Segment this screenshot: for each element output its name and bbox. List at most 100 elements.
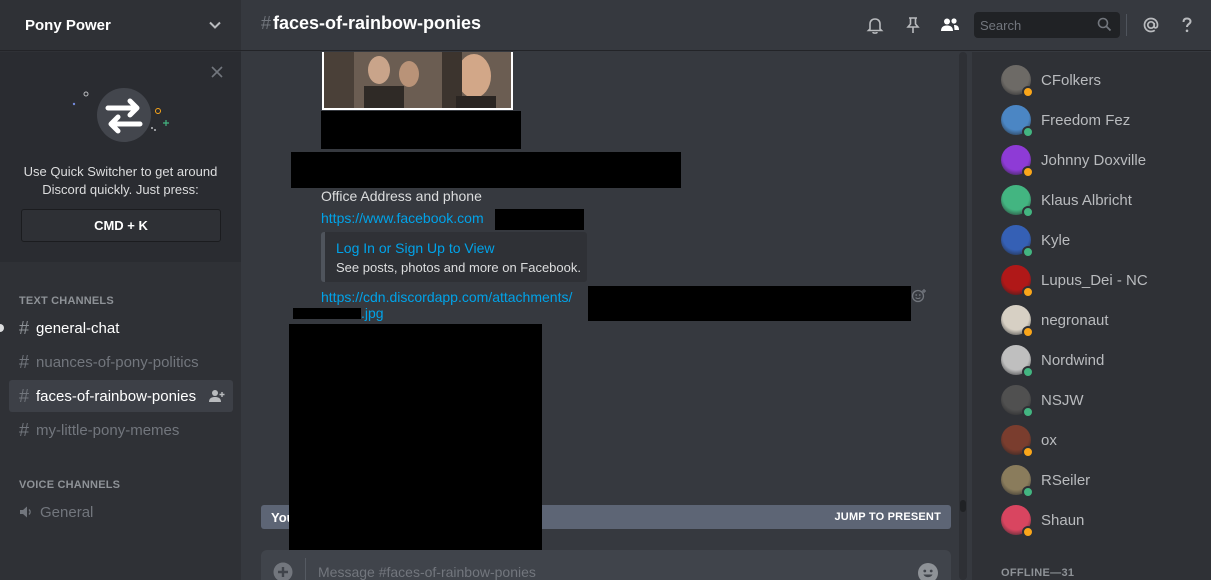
message-composer[interactable] bbox=[261, 550, 951, 580]
pin-icon[interactable] bbox=[902, 14, 924, 36]
channel-title-text: faces-of-rainbow-ponies bbox=[273, 13, 482, 33]
member-name: Nordwind bbox=[1041, 351, 1105, 369]
avatar[interactable] bbox=[1001, 265, 1034, 298]
avatar[interactable] bbox=[1001, 105, 1034, 138]
member-item[interactable]: Nordwind bbox=[1001, 342, 1201, 378]
status-indicator bbox=[1022, 126, 1034, 138]
hash-icon: # bbox=[19, 351, 30, 372]
redacted-image-block bbox=[289, 324, 542, 551]
embed-description: See posts, photos and more on Facebook. bbox=[336, 260, 581, 275]
status-indicator bbox=[1022, 166, 1034, 178]
scrollbar-thumb[interactable] bbox=[960, 500, 966, 512]
channel-nuances-of-pony-politics[interactable]: # nuances-of-pony-politics bbox=[9, 346, 233, 378]
member-name: Freedom Fez bbox=[1041, 111, 1131, 129]
member-name: ox bbox=[1041, 431, 1057, 449]
member-name: negronaut bbox=[1041, 311, 1109, 329]
quick-switcher-line2: Discord quickly. Just press: bbox=[42, 182, 199, 197]
hash-icon: # bbox=[19, 419, 30, 440]
search-input[interactable] bbox=[974, 12, 1092, 38]
status-indicator bbox=[1022, 526, 1034, 538]
mentions-icon[interactable] bbox=[1140, 14, 1162, 36]
avatar[interactable] bbox=[1001, 225, 1034, 258]
quick-switcher-shortcut-button[interactable]: CMD + K bbox=[21, 209, 221, 242]
search-box[interactable] bbox=[974, 12, 1120, 38]
status-indicator bbox=[1022, 86, 1034, 98]
member-item[interactable]: RSeiler bbox=[1001, 462, 1201, 498]
unread-indicator bbox=[0, 324, 4, 332]
embed-title-link[interactable]: Log In or Sign Up to View bbox=[336, 240, 495, 256]
status-indicator bbox=[1022, 206, 1034, 218]
member-item[interactable]: Freedom Fez bbox=[1001, 102, 1201, 138]
avatar[interactable] bbox=[1001, 345, 1034, 378]
member-list-icon[interactable] bbox=[939, 14, 961, 36]
server-name: Pony Power bbox=[25, 16, 111, 34]
category-voice-channels[interactable]: VOICE CHANNELS bbox=[19, 479, 120, 491]
member-item[interactable]: Kyle bbox=[1001, 222, 1201, 258]
category-text-channels[interactable]: TEXT CHANNELS bbox=[19, 295, 114, 307]
member-item[interactable]: NSJW bbox=[1001, 382, 1201, 418]
channel-label: nuances-of-pony-politics bbox=[36, 353, 199, 371]
member-item[interactable]: Shaun bbox=[1001, 502, 1201, 538]
offline-header: OFFLINE—31 bbox=[1001, 567, 1075, 579]
status-indicator bbox=[1022, 406, 1034, 418]
member-item[interactable]: CFolkers bbox=[1001, 62, 1201, 98]
emoji-picker-icon[interactable] bbox=[917, 562, 939, 580]
image-attachment-thumbnail[interactable] bbox=[322, 52, 513, 110]
avatar[interactable] bbox=[1001, 385, 1034, 418]
member-item[interactable]: Johnny Doxville bbox=[1001, 142, 1201, 178]
status-indicator bbox=[1022, 326, 1034, 338]
close-icon[interactable] bbox=[211, 66, 223, 78]
channel-label: my-little-pony-memes bbox=[36, 421, 180, 439]
server-header[interactable]: Pony Power bbox=[0, 0, 241, 51]
channel-general-chat[interactable]: # general-chat bbox=[9, 312, 233, 344]
status-indicator bbox=[1022, 446, 1034, 458]
voice-channel-general[interactable]: General bbox=[9, 496, 233, 528]
attachment-link[interactable]: https://cdn.discordapp.com/attachments/ bbox=[321, 289, 572, 305]
member-name: Johnny Doxville bbox=[1041, 151, 1147, 169]
avatar[interactable] bbox=[1001, 65, 1034, 98]
jump-to-present-button[interactable]: JUMP TO PRESENT bbox=[834, 511, 941, 523]
channel-my-little-pony-memes[interactable]: # my-little-pony-memes bbox=[9, 414, 233, 446]
member-name: NSJW bbox=[1041, 391, 1084, 409]
avatar[interactable] bbox=[1001, 505, 1034, 538]
add-reaction-icon[interactable] bbox=[911, 288, 927, 304]
status-indicator bbox=[1022, 486, 1034, 498]
quick-switcher-line1: Use Quick Switcher to get around bbox=[23, 164, 218, 179]
avatar[interactable] bbox=[1001, 305, 1034, 338]
hash-icon: # bbox=[261, 13, 272, 33]
member-name: Shaun bbox=[1041, 511, 1085, 529]
message-input[interactable] bbox=[318, 561, 898, 580]
member-item[interactable]: negronaut bbox=[1001, 302, 1201, 338]
search-icon bbox=[1097, 17, 1112, 32]
channel-label: General bbox=[40, 503, 94, 521]
facebook-link[interactable]: https://www.facebook.com bbox=[321, 210, 484, 226]
upload-plus-icon[interactable] bbox=[273, 562, 293, 580]
channel-title: # faces-of-rainbow-ponies bbox=[261, 13, 481, 34]
attachment-link-end[interactable]: .jpg bbox=[361, 305, 384, 321]
notification-bell-icon[interactable] bbox=[864, 14, 886, 36]
redacted-block bbox=[293, 308, 361, 319]
composer-divider bbox=[305, 558, 306, 580]
avatar[interactable] bbox=[1001, 185, 1034, 218]
member-item[interactable]: ox bbox=[1001, 422, 1201, 458]
redacted-block bbox=[495, 209, 584, 230]
speaker-icon bbox=[20, 506, 31, 518]
member-name: Lupus_Dei - NC bbox=[1041, 271, 1148, 289]
member-item[interactable]: Lupus_Dei - NC bbox=[1001, 262, 1201, 298]
header-divider bbox=[1126, 14, 1127, 36]
redacted-block bbox=[321, 111, 521, 149]
avatar[interactable] bbox=[1001, 425, 1034, 458]
hash-icon: # bbox=[19, 317, 30, 338]
member-item[interactable]: Klaus Albricht bbox=[1001, 182, 1201, 218]
avatar[interactable] bbox=[1001, 145, 1034, 178]
member-name: CFolkers bbox=[1041, 71, 1102, 89]
member-list: CFolkers Freedom Fez Johnny Doxville Klaus … bbox=[972, 52, 1211, 580]
help-icon[interactable] bbox=[1176, 14, 1198, 36]
chevron-down-icon[interactable] bbox=[207, 17, 223, 33]
channel-faces-of-rainbow-ponies[interactable]: # faces-of-rainbow-ponies bbox=[9, 380, 233, 412]
discord-window: Pony Power Use Quick Switcher to get aro… bbox=[0, 0, 1211, 580]
link-embed: Log In or Sign Up to View See posts, pho… bbox=[321, 232, 587, 282]
invite-user-icon[interactable] bbox=[209, 389, 225, 403]
image-preview bbox=[324, 52, 511, 108]
avatar[interactable] bbox=[1001, 465, 1034, 498]
